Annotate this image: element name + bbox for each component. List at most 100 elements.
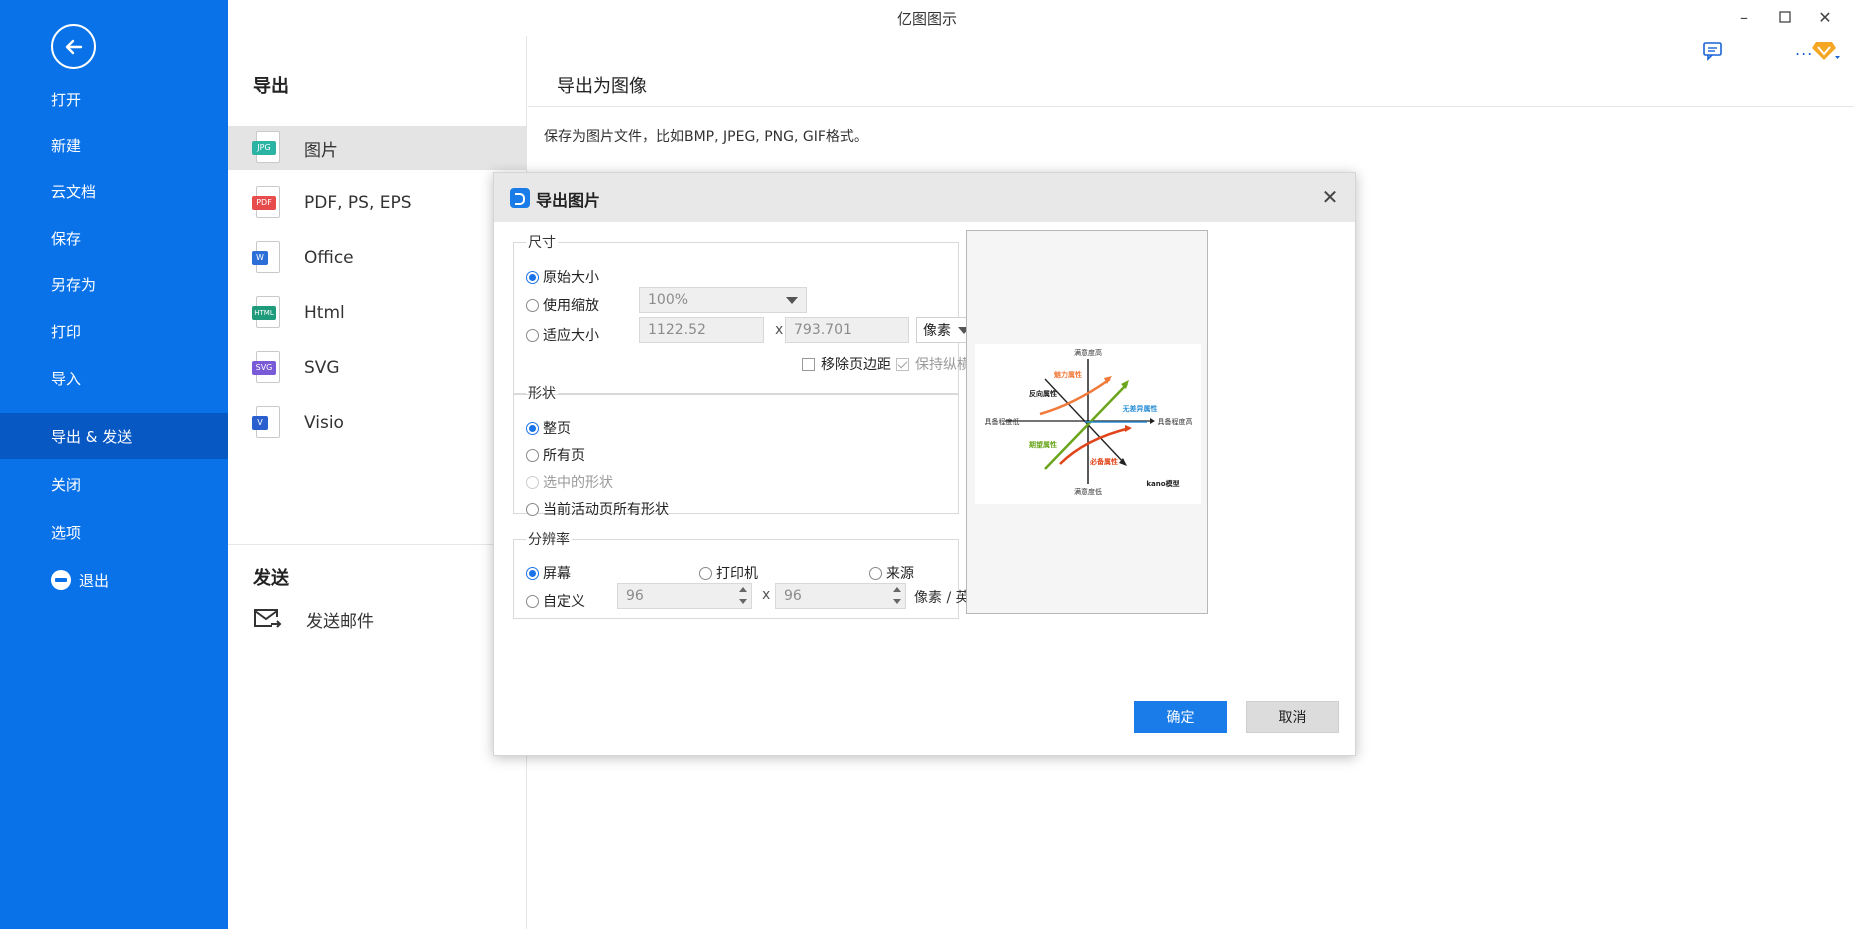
dpi-y-value: 96 (784, 588, 802, 604)
dpi-x-stepper[interactable]: 96 (617, 583, 752, 609)
content-heading: 导出为图像 (557, 76, 647, 97)
sidebar-item-cloud[interactable]: 云文档 (0, 168, 228, 214)
radio-button[interactable] (526, 298, 539, 312)
sidebar-item-save-as[interactable]: 另存为 (0, 261, 228, 307)
radio-whole-page[interactable]: 整页 (526, 418, 571, 438)
radio-button[interactable] (526, 502, 539, 516)
radio-current-page-shapes[interactable]: 当前活动页所有形状 (526, 499, 669, 519)
spinner-arrows-icon[interactable] (892, 586, 902, 606)
sidebar-item-label: 打印 (51, 322, 82, 341)
radio-button[interactable] (526, 448, 539, 462)
cancel-button[interactable]: 取消 (1246, 701, 1339, 733)
times-sign: x (762, 587, 771, 603)
size-legend: 尺寸 (528, 235, 556, 251)
sidebar-item-label: 退出 (79, 571, 110, 590)
dpi-x-value: 96 (626, 588, 644, 604)
radio-printer[interactable]: 打印机 (699, 563, 758, 583)
export-item-office[interactable]: W Office (228, 236, 527, 280)
preview-label-left: 具备程度低 (985, 417, 1020, 426)
image-preview: 满意度高 满意度低 具备程度低 具备程度高 魅力属性 反向属性 无差异属性 期望… (966, 230, 1208, 614)
send-mail-label: 发送邮件 (306, 611, 374, 632)
checkbox[interactable] (802, 357, 815, 371)
radio-screen[interactable]: 屏幕 (526, 563, 571, 583)
radio-label: 整页 (543, 421, 571, 437)
ok-button[interactable]: 确定 (1134, 701, 1227, 733)
height-input[interactable]: 793.701 (785, 317, 909, 343)
export-item-pdf[interactable]: PDF PDF, PS, EPS (228, 181, 527, 225)
preview-label-reverse: 反向属性 (1029, 389, 1057, 398)
remove-margin-checkbox[interactable]: 移除页边距 (802, 354, 891, 374)
divider (528, 106, 1854, 107)
sidebar-item-label: 导出 & 发送 (51, 427, 133, 446)
radio-button[interactable] (526, 270, 539, 284)
dialog-header: 导出图片 ✕ (494, 173, 1355, 222)
radio-custom[interactable]: 自定义 (526, 591, 585, 611)
resolution-legend: 分辨率 (528, 532, 570, 548)
radio-label: 适应大小 (543, 328, 599, 344)
radio-source[interactable]: 来源 (869, 563, 914, 583)
zoom-select[interactable]: 100% (639, 287, 807, 313)
radio-button[interactable] (699, 566, 712, 580)
title-bar: 亿图图示 – ✕ (228, 0, 1854, 36)
sidebar-item-import[interactable]: 导入 (0, 355, 228, 401)
unit-value: 像素 (923, 323, 951, 339)
send-mail-item[interactable]: 发送邮件 (252, 606, 374, 632)
radio-button[interactable] (526, 475, 539, 489)
back-button[interactable] (51, 24, 96, 69)
preview-label-model: kano模型 (1146, 479, 1179, 488)
dialog-close-button[interactable]: ✕ (1318, 185, 1342, 209)
radio-selected-shapes[interactable]: 选中的形状 (526, 472, 613, 492)
preview-label-one-dim: 期望属性 (1029, 440, 1057, 449)
sidebar-item-exit[interactable]: 退出 (0, 557, 228, 603)
app-logo-icon (510, 188, 530, 208)
svg-file-icon: SVG (252, 351, 282, 385)
radio-label: 所有页 (543, 448, 585, 464)
export-item-visio[interactable]: V Visio (228, 401, 527, 445)
export-item-label: 图片 (304, 140, 338, 161)
kano-diagram-preview: 满意度高 满意度低 具备程度低 具备程度高 魅力属性 反向属性 无差异属性 期望… (975, 344, 1201, 504)
radio-button[interactable] (526, 328, 539, 342)
dpi-y-stepper[interactable]: 96 (775, 583, 906, 609)
sidebar-item-options[interactable]: 选项 (0, 509, 228, 555)
chat-icon[interactable] (1702, 40, 1724, 62)
radio-original-size[interactable]: 原始大小 (526, 267, 599, 287)
preview-label-attractive: 魅力属性 (1054, 370, 1082, 379)
sidebar-item-close[interactable]: 关闭 (0, 461, 228, 507)
sidebar-item-print[interactable]: 打印 (0, 308, 228, 354)
radio-label: 来源 (886, 566, 914, 582)
minimize-button[interactable]: – (1727, 4, 1761, 30)
chevron-down-icon (786, 297, 798, 304)
jpg-file-icon: JPG (252, 131, 282, 165)
checkbox[interactable] (896, 357, 909, 371)
sidebar-item-save[interactable]: 保存 (0, 215, 228, 261)
sidebar-item-open[interactable]: 打开 (0, 76, 228, 122)
more-button[interactable]: ... (1795, 40, 1813, 59)
width-input[interactable]: 1122.52 (639, 317, 764, 343)
sidebar-item-new[interactable]: 新建 (0, 122, 228, 168)
export-item-image[interactable]: JPG 图片 (228, 126, 527, 170)
sidebar: 打开 新建 云文档 保存 另存为 打印 导入 导出 & 发送 关闭 选项 退出 (0, 0, 228, 929)
vip-diamond-icon[interactable] (1812, 38, 1840, 62)
radio-all-pages[interactable]: 所有页 (526, 445, 585, 465)
preview-label-top: 满意度高 (1074, 348, 1102, 357)
export-item-svg[interactable]: SVG SVG (228, 346, 527, 390)
radio-button[interactable] (526, 566, 539, 580)
sidebar-item-export-send[interactable]: 导出 & 发送 (0, 413, 228, 459)
radio-label: 选中的形状 (543, 475, 613, 491)
radio-use-zoom[interactable]: 使用缩放 (526, 295, 599, 315)
export-item-label: Visio (304, 413, 344, 433)
radio-button[interactable] (526, 594, 539, 608)
radio-button[interactable] (869, 566, 882, 580)
radio-fit-size[interactable]: 适应大小 (526, 325, 599, 345)
export-item-label: Office (304, 248, 354, 268)
maximize-button[interactable] (1768, 4, 1802, 30)
exit-icon (51, 570, 71, 590)
preview-label-bottom: 满意度低 (1074, 487, 1102, 496)
close-window-button[interactable]: ✕ (1808, 4, 1842, 30)
radio-button[interactable] (526, 421, 539, 435)
spinner-arrows-icon[interactable] (738, 586, 748, 606)
export-item-html[interactable]: HTML Html (228, 291, 527, 335)
preview-label-must-be: 必备属性 (1089, 457, 1118, 466)
sidebar-item-label: 关闭 (51, 475, 82, 494)
export-image-dialog: 导出图片 ✕ 尺寸 原始大小 使用缩放 100% 适应大小 1122.52 x … (493, 172, 1356, 756)
